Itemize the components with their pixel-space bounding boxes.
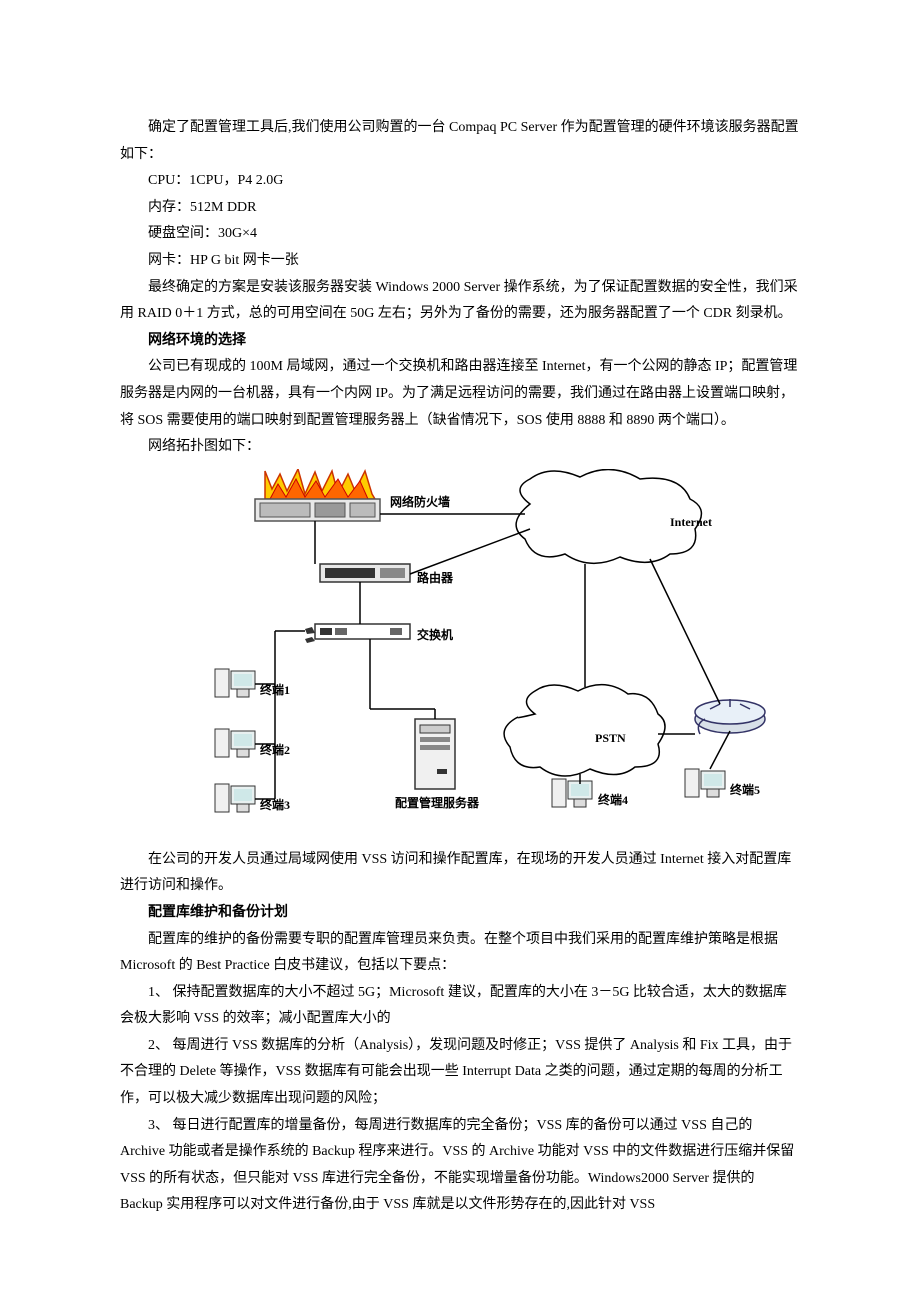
spec-nic: 网卡：HP G bit 网卡一张 — [120, 248, 800, 275]
network-topology-diagram: 网络防火墙 路由器 交换机 Internet PSTN 配置管理服务器 终端1 … — [190, 469, 790, 839]
paragraph-network: 公司已有现成的 100M 局域网，通过一个交换机和路由器连接至 Internet… — [120, 354, 800, 434]
label-term5: 终端5 — [730, 779, 760, 802]
label-term4: 终端4 — [598, 789, 628, 812]
spec-cpu: CPU：1CPU，P4 2.0G — [120, 168, 800, 195]
label-pstn: PSTN — [595, 727, 626, 750]
list-item-3: 3、 每日进行配置库的增量备份，每周进行数据库的完全备份；VSS 库的备份可以通… — [120, 1113, 800, 1219]
label-firewall: 网络防火墙 — [390, 491, 450, 514]
label-router: 路由器 — [417, 567, 453, 590]
label-switch: 交换机 — [417, 624, 453, 647]
heading-backup-plan: 配置库维护和备份计划 — [120, 900, 800, 927]
list-item-1: 1、 保持配置数据库的大小不超过 5G；Microsoft 建议，配置库的大小在… — [120, 980, 800, 1033]
paragraph-os-raid: 最终确定的方案是安装该服务器安装 Windows 2000 Server 操作系… — [120, 275, 800, 328]
label-config-server: 配置管理服务器 — [395, 792, 479, 815]
label-term2: 终端2 — [260, 739, 290, 762]
heading-network-env: 网络环境的选择 — [120, 328, 800, 355]
paragraph-dev-access: 在公司的开发人员通过局域网使用 VSS 访问和操作配置库，在现场的开发人员通过 … — [120, 847, 800, 900]
label-term3: 终端3 — [260, 794, 290, 817]
list-item-2: 2、 每周进行 VSS 数据库的分析（Analysis），发现问题及时修正；VS… — [120, 1033, 800, 1113]
paragraph-backup-intro: 配置库的维护的备份需要专职的配置库管理员来负责。在整个项目中我们采用的配置库维护… — [120, 927, 800, 980]
spec-memory: 内存：512M DDR — [120, 195, 800, 222]
label-internet: Internet — [670, 511, 712, 534]
label-term1: 终端1 — [260, 679, 290, 702]
paragraph-hardware-intro: 确定了配置管理工具后,我们使用公司购置的一台 Compaq PC Server … — [120, 115, 800, 168]
spec-disk: 硬盘空间：30G×4 — [120, 221, 800, 248]
paragraph-topology-intro: 网络拓扑图如下： — [120, 434, 800, 461]
